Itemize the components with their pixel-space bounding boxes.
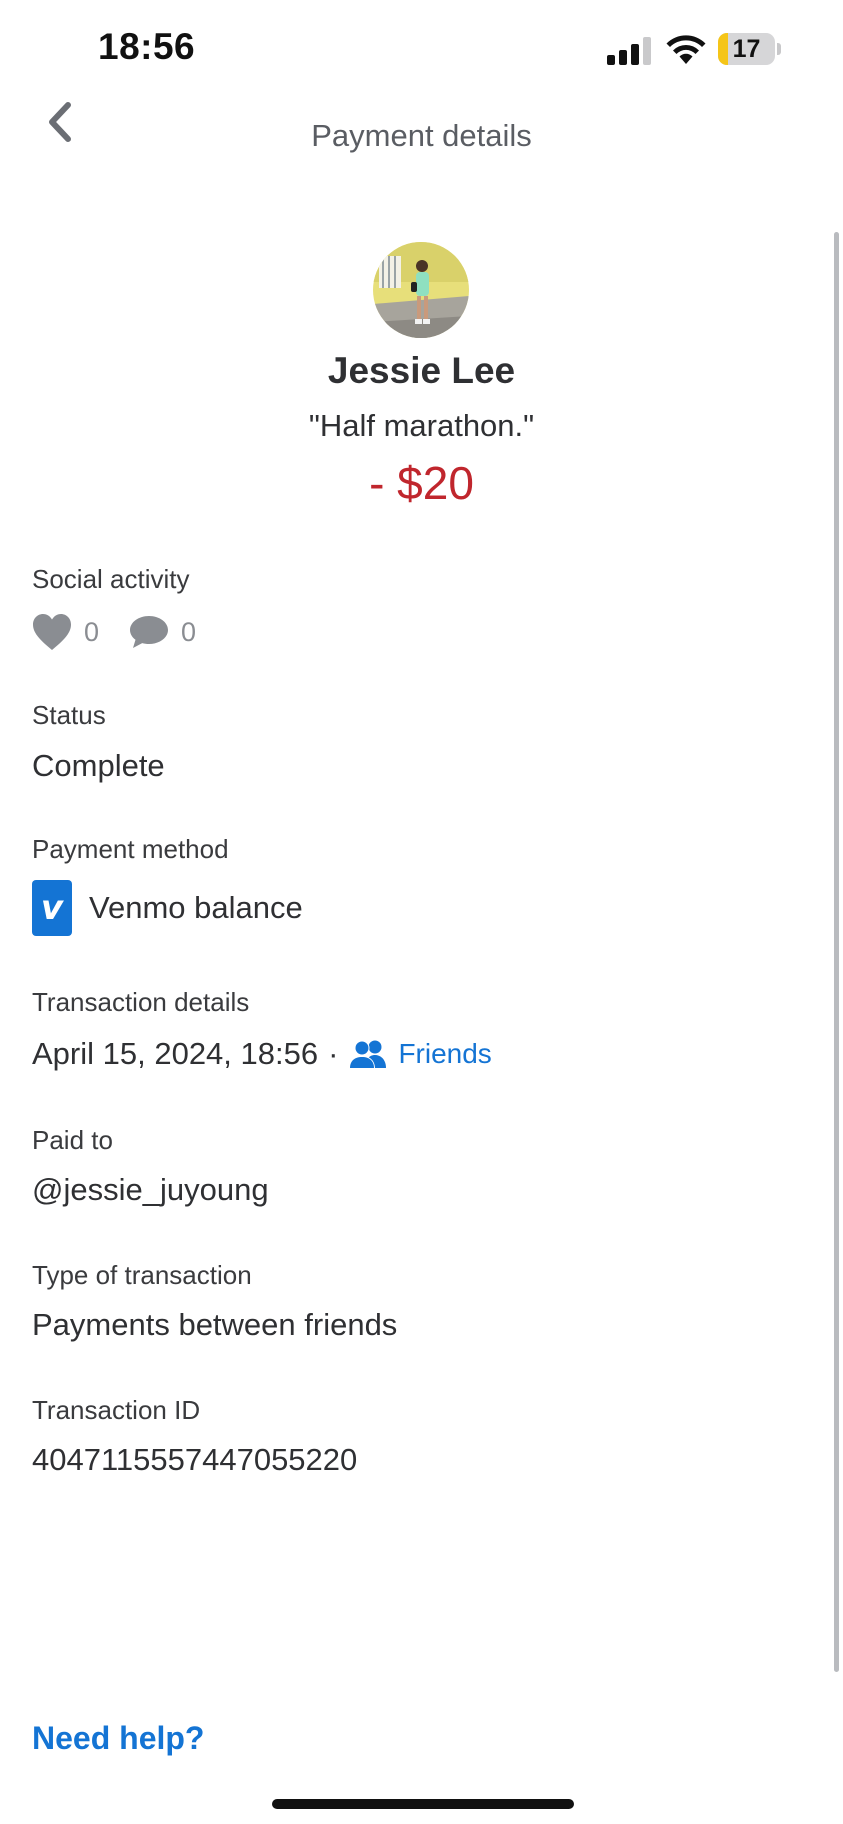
avatar-photo [373,242,469,338]
heart-icon [33,614,71,650]
payment-method-value: Venmo balance [89,890,303,925]
transaction-id-value: 4047115557447055220 [32,1442,358,1477]
battery-level: 17 [732,35,761,63]
venmo-logo: v [32,880,72,936]
comment-button[interactable]: 0 [129,614,196,650]
status-time: 18:56 [98,26,196,67]
comment-count: 0 [181,616,197,647]
transaction-id-label: Transaction ID [32,1395,201,1425]
home-indicator[interactable] [272,1799,574,1809]
avatar[interactable] [373,242,469,338]
transaction-details-label: Transaction details [32,987,250,1017]
need-help-link[interactable]: Need help? [32,1720,204,1757]
payment-amount: - $20 [369,457,474,509]
wifi-icon [666,35,706,64]
scrollbar[interactable] [834,232,839,1672]
audience-button[interactable]: Friends [348,1038,492,1070]
friends-icon [349,1040,387,1069]
paid-to-label: Paid to [32,1125,113,1155]
status-value: Complete [32,748,165,783]
payment-note: "Half marathon." [308,408,535,443]
page-title: Payment details [311,118,532,153]
transaction-details-row: April 15, 2024, 18:56 · Friends [32,1036,492,1072]
transaction-datetime: April 15, 2024, 18:56 [32,1036,319,1071]
transaction-type-value: Payments between friends [32,1307,398,1342]
payment-method-label: Payment method [32,834,229,864]
status-bar: 18:56 17 [0,0,843,100]
like-button[interactable]: 0 [32,613,99,651]
payee-name[interactable]: Jessie Lee [0,350,843,392]
social-activity-row: 0 0 [32,610,196,654]
cellular-signal-icon [607,37,651,65]
payment-method-row: v Venmo balance [32,880,303,936]
transaction-type-label: Type of transaction [32,1260,252,1290]
paid-to-value[interactable]: @jessie_juyoung [32,1172,269,1208]
social-activity-label: Social activity [32,564,190,594]
battery-icon: 17 [718,33,782,65]
comment-bubble-icon [130,616,169,648]
like-count: 0 [84,616,100,647]
separator-dot: · [328,1036,339,1071]
audience-label: Friends [398,1038,492,1069]
status-label: Status [32,700,106,730]
